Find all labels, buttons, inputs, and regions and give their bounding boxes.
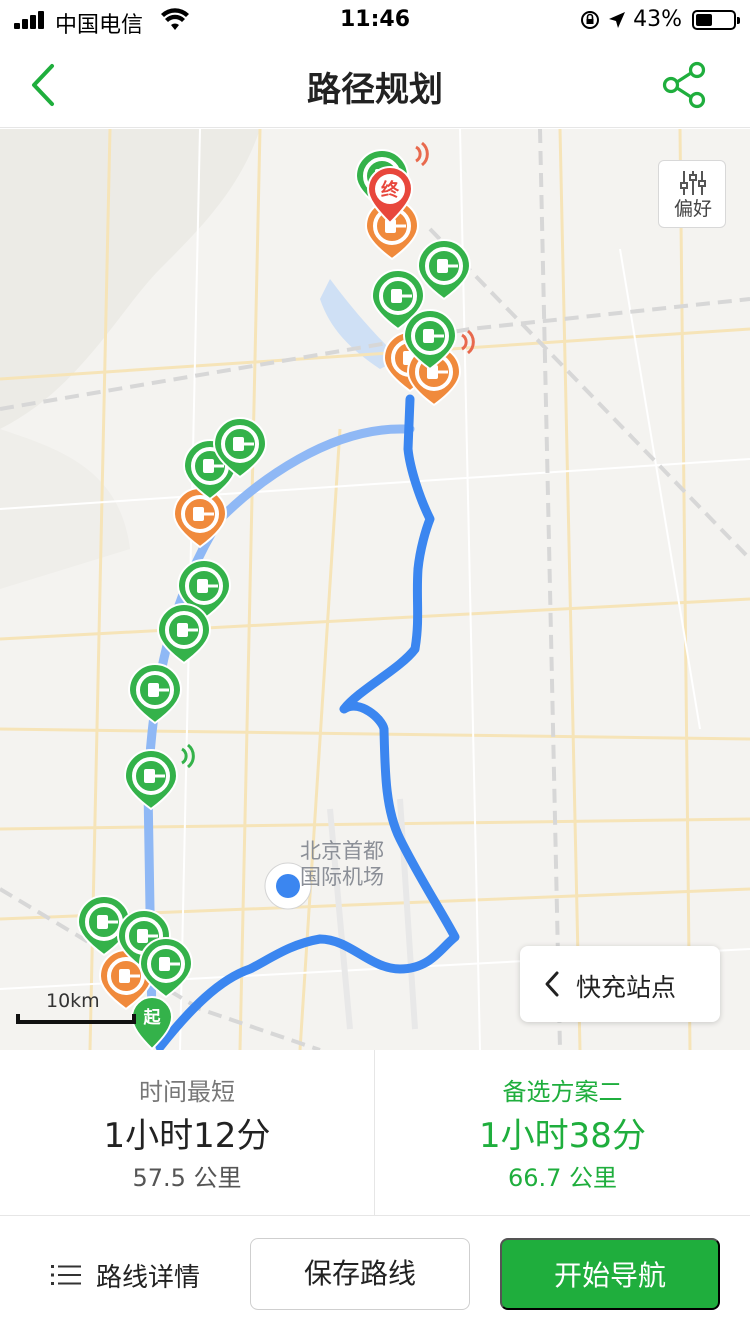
preference-button[interactable]: 偏好 xyxy=(658,160,726,228)
battery-icon xyxy=(692,9,740,30)
route-option-label: 时间最短 xyxy=(139,1078,235,1106)
route-planning-screen: 中国电信 11:46 43% 路径规划 终 起 北京首都 国际机场 偏好 10k… xyxy=(0,0,750,1334)
start-navigation-button[interactable]: 开始导航 xyxy=(500,1238,720,1310)
route-option-label: 备选方案二 xyxy=(502,1078,623,1106)
airport-label-line1: 北京首都 xyxy=(300,839,384,863)
location-arrow-icon xyxy=(609,11,626,28)
page-title: 路径规划 xyxy=(307,70,443,110)
bottom-action-bar: 路线详情 保存路线 开始导航 xyxy=(0,1217,750,1334)
route-details-button[interactable]: 路线详情 xyxy=(50,1255,200,1295)
save-route-button[interactable]: 保存路线 xyxy=(250,1238,470,1310)
route-option-alternative[interactable]: 备选方案二 1小时38分 66.7 公里 xyxy=(375,1050,750,1216)
route-options: 时间最短 1小时12分 57.5 公里 备选方案二 1小时38分 66.7 公里 xyxy=(0,1050,750,1216)
charger-marker-green[interactable] xyxy=(123,749,179,811)
sliders-icon xyxy=(680,171,706,195)
fast-charge-label: 快充站点 xyxy=(576,973,677,1002)
route-details-label: 路线详情 xyxy=(96,1262,201,1293)
scale-bar xyxy=(16,1014,136,1024)
orientation-lock-icon xyxy=(581,10,600,29)
status-right-group: 43% xyxy=(579,7,740,32)
route-option-distance: 57.5 公里 xyxy=(132,1164,242,1192)
status-bar: 中国电信 11:46 43% xyxy=(0,0,750,40)
map-view[interactable]: 终 起 北京首都 国际机场 偏好 10km 快充站点 xyxy=(0,129,750,1050)
share-button[interactable] xyxy=(660,60,710,110)
route-option-duration: 1小时12分 xyxy=(103,1116,271,1156)
map-scale: 10km xyxy=(16,988,136,1028)
fast-charge-stations-button[interactable]: 快充站点 xyxy=(520,946,720,1022)
airport-label-line2: 国际机场 xyxy=(300,865,384,889)
charger-marker-green[interactable] xyxy=(416,239,472,301)
end-marker-label: 终 xyxy=(381,179,400,201)
preference-label: 偏好 xyxy=(673,198,712,220)
charger-marker-green[interactable] xyxy=(127,663,183,725)
route-option-distance: 66.7 公里 xyxy=(507,1164,618,1192)
route-option-duration: 1小时38分 xyxy=(479,1116,646,1156)
chevron-left-icon xyxy=(545,971,559,997)
start-marker-label: 起 xyxy=(143,1007,162,1028)
list-icon xyxy=(51,1265,81,1285)
scale-label: 10km xyxy=(46,990,100,1012)
battery-percent: 43% xyxy=(633,7,682,32)
airport-label: 北京首都 国际机场 xyxy=(300,838,384,890)
nav-bar: 路径规划 xyxy=(0,40,750,128)
map-canvas[interactable]: 终 起 xyxy=(0,129,750,1050)
route-option-shortest[interactable]: 时间最短 1小时12分 57.5 公里 xyxy=(0,1050,375,1216)
charger-marker-orange[interactable] xyxy=(172,487,228,549)
